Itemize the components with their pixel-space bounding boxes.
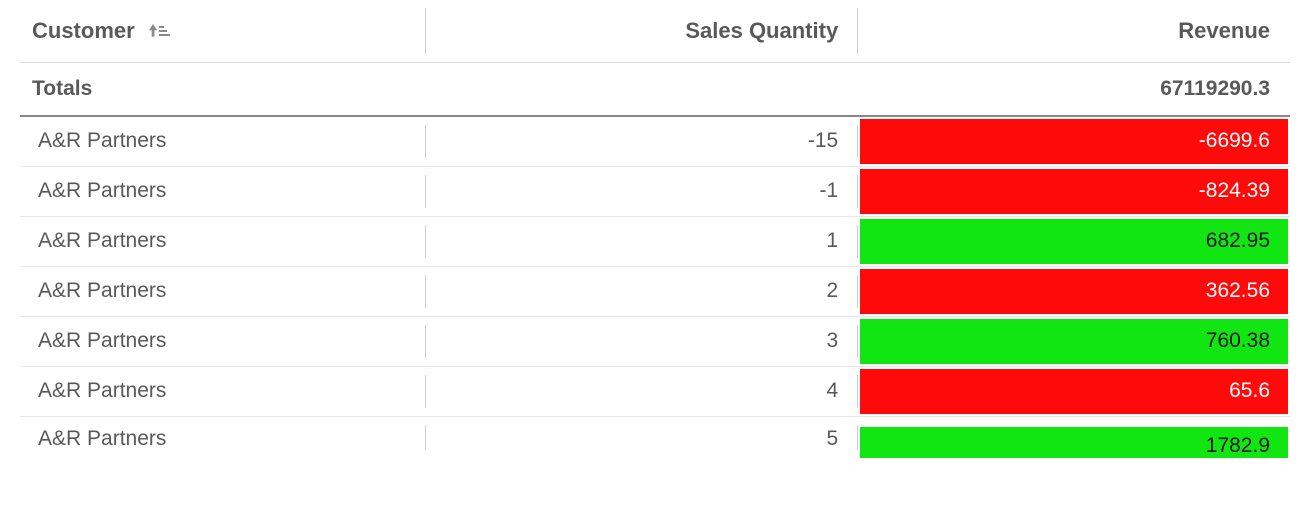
cell-revenue: -824.39 [858,166,1290,216]
table-row[interactable]: A&R Partners-1-824.39 [20,166,1290,216]
cell-revenue: 362.56 [858,266,1290,316]
revenue-badge: 65.6 [860,369,1288,414]
column-header-revenue-label: Revenue [1178,18,1270,43]
totals-revenue: 67119290.3 [858,63,1290,117]
cell-sales-quantity: -15 [426,116,858,166]
revenue-badge: 682.95 [860,219,1288,264]
column-header-sales-quantity-label: Sales Quantity [685,18,838,43]
table-row[interactable]: A&R Partners1682.95 [20,216,1290,266]
revenue-badge: -824.39 [860,169,1288,214]
table-row[interactable]: A&R Partners3760.38 [20,316,1290,366]
totals-row: Totals 67119290.3 [20,63,1290,117]
cell-sales-quantity: 2 [426,266,858,316]
column-header-customer-label: Customer [32,18,135,43]
cell-sales-quantity: 1 [426,216,858,266]
column-header-sales-quantity[interactable]: Sales Quantity [426,0,858,63]
cell-customer: A&R Partners [20,166,426,216]
cell-customer: A&R Partners [20,416,426,458]
cell-revenue: 760.38 [858,316,1290,366]
column-header-revenue[interactable]: Revenue [858,0,1290,63]
table-row[interactable]: A&R Partners465.6 [20,366,1290,416]
revenue-badge: -6699.6 [860,119,1288,164]
table-row[interactable]: A&R Partners2362.56 [20,266,1290,316]
table-row[interactable]: A&R Partners51782.9 [20,416,1290,458]
revenue-badge: 362.56 [860,269,1288,314]
cell-customer: A&R Partners [20,116,426,166]
column-header-customer[interactable]: Customer [20,0,426,63]
cell-revenue: 1782.9 [858,416,1290,458]
revenue-badge: 1782.9 [860,427,1288,458]
table-header-row: Customer Sales Quantity Revenue [20,0,1290,63]
cell-revenue: -6699.6 [858,116,1290,166]
cell-revenue: 65.6 [858,366,1290,416]
cell-sales-quantity: -1 [426,166,858,216]
data-table: Customer Sales Quantity Revenue Totals 6… [20,0,1290,458]
totals-sales-quantity [426,63,858,117]
cell-customer: A&R Partners [20,366,426,416]
totals-label: Totals [20,63,426,117]
table-body: A&R Partners-15-6699.6A&R Partners-1-824… [20,116,1290,458]
cell-sales-quantity: 3 [426,316,858,366]
sort-ascending-icon[interactable] [149,24,171,38]
table-row[interactable]: A&R Partners-15-6699.6 [20,116,1290,166]
revenue-badge: 760.38 [860,319,1288,364]
cell-customer: A&R Partners [20,316,426,366]
cell-revenue: 682.95 [858,216,1290,266]
cell-sales-quantity: 5 [426,416,858,458]
cell-customer: A&R Partners [20,216,426,266]
cell-customer: A&R Partners [20,266,426,316]
cell-sales-quantity: 4 [426,366,858,416]
